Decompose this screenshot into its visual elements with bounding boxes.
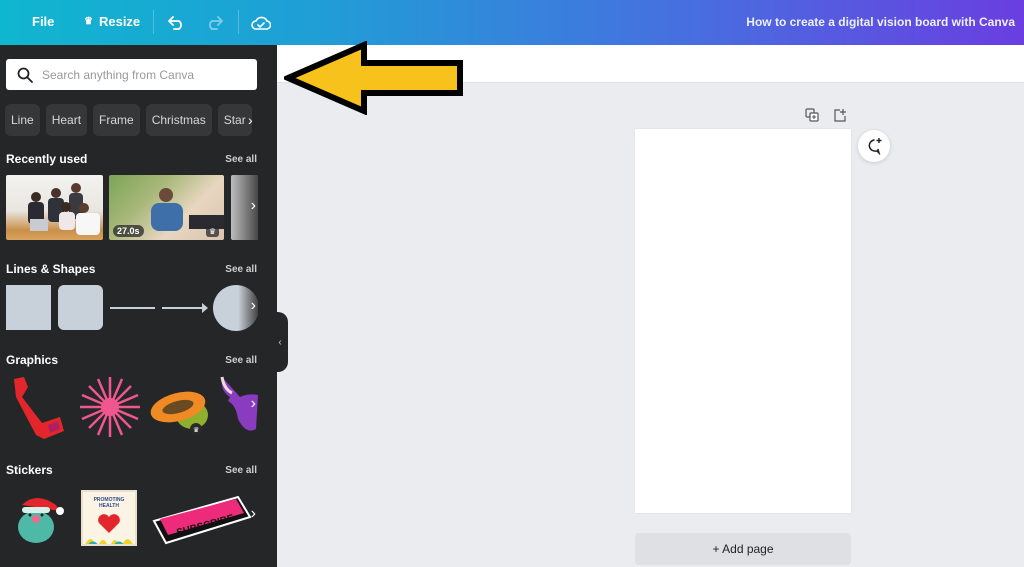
stickers-row: PROMOTING HEALTH SUBSCRIBE › bbox=[6, 487, 258, 549]
lines-shapes-row: › bbox=[6, 285, 258, 331]
search-icon bbox=[17, 67, 33, 83]
section-title: Recently used bbox=[6, 152, 88, 166]
elements-panel: Line Heart Frame Christmas Star › Recent… bbox=[0, 45, 277, 567]
video-duration-badge: 27.0s bbox=[113, 225, 144, 237]
redo-button[interactable] bbox=[203, 12, 225, 34]
santa-sticker[interactable] bbox=[12, 493, 66, 545]
line-shape[interactable] bbox=[110, 307, 155, 309]
stickers-header: Stickers See all bbox=[6, 463, 257, 477]
arrow-line-shape[interactable] bbox=[162, 307, 206, 309]
see-all-link[interactable]: See all bbox=[225, 465, 257, 476]
see-all-link[interactable]: See all bbox=[225, 154, 257, 165]
redo-icon bbox=[209, 16, 223, 30]
see-all-link[interactable]: See all bbox=[225, 355, 257, 366]
undo-button[interactable] bbox=[166, 12, 188, 34]
undo-icon bbox=[168, 16, 182, 30]
design-page[interactable] bbox=[635, 129, 851, 513]
recent-video-thinking-man[interactable]: 27.0s ♛ bbox=[109, 175, 224, 240]
add-page-icon-button[interactable] bbox=[831, 106, 849, 124]
graphics-row: ♛ › bbox=[6, 373, 258, 443]
file-menu-button[interactable]: File bbox=[32, 14, 54, 29]
promoting-health-sticker[interactable]: PROMOTING HEALTH bbox=[81, 490, 137, 546]
square-shape[interactable] bbox=[6, 285, 51, 330]
chip-frame[interactable]: Frame bbox=[93, 104, 140, 136]
resize-label: Resize bbox=[98, 14, 141, 29]
crown-icon: ♛ bbox=[84, 16, 93, 27]
crown-icon: ♛ bbox=[205, 226, 219, 237]
search-input[interactable] bbox=[42, 67, 242, 82]
chip-christmas[interactable]: Christmas bbox=[145, 104, 212, 136]
chevron-right-icon[interactable]: › bbox=[251, 197, 256, 215]
section-title: Graphics bbox=[6, 353, 59, 367]
recently-used-header: Recently used See all bbox=[6, 152, 257, 166]
file-label: File bbox=[32, 14, 55, 29]
see-all-link[interactable]: See all bbox=[225, 264, 257, 275]
starburst-graphic[interactable] bbox=[78, 375, 142, 439]
duplicate-icon bbox=[805, 108, 819, 122]
rounded-square-shape[interactable] bbox=[58, 285, 103, 330]
section-title: Stickers bbox=[6, 463, 53, 477]
top-bar: File ♛ Resize How to create a digital vi… bbox=[0, 0, 1024, 45]
add-page-button[interactable]: + Add page bbox=[635, 533, 851, 565]
chevron-left-icon: ‹ bbox=[278, 336, 282, 348]
yellow-arrow-annotation bbox=[284, 41, 463, 115]
search-box[interactable] bbox=[6, 59, 257, 90]
chevron-right-icon[interactable]: › bbox=[248, 112, 253, 128]
document-title[interactable]: How to create a digital vision board wit… bbox=[746, 15, 1015, 29]
papaya-graphic[interactable]: ♛ bbox=[148, 385, 212, 435]
collapse-panel-button[interactable]: ‹ bbox=[272, 312, 288, 372]
chip-heart[interactable]: Heart bbox=[45, 104, 88, 136]
lines-shapes-header: Lines & Shapes See all bbox=[6, 262, 257, 276]
heart-icon bbox=[85, 514, 133, 544]
chip-line[interactable]: Line bbox=[5, 104, 40, 136]
section-title: Lines & Shapes bbox=[6, 262, 96, 276]
resize-button[interactable]: ♛ Resize bbox=[84, 14, 140, 29]
suggestion-chips: Line Heart Frame Christmas Star bbox=[5, 104, 257, 136]
graphics-header: Graphics See all bbox=[6, 353, 257, 367]
comment-add-icon bbox=[868, 138, 882, 155]
recent-photo-business-meeting[interactable] bbox=[6, 175, 103, 240]
add-page-icon bbox=[834, 109, 846, 122]
people-image-icon bbox=[28, 183, 100, 235]
add-comment-button[interactable] bbox=[858, 130, 890, 162]
chevron-right-icon[interactable]: › bbox=[251, 297, 256, 315]
save-status-button[interactable] bbox=[250, 12, 272, 34]
divider bbox=[238, 10, 239, 34]
chevron-right-icon[interactable]: › bbox=[251, 395, 256, 413]
subscribe-sticker[interactable]: SUBSCRIBE bbox=[152, 495, 252, 545]
sticker-text: PROMOTING HEALTH bbox=[93, 497, 125, 509]
chip-star[interactable]: Star bbox=[217, 104, 252, 136]
hand-graphic[interactable] bbox=[8, 375, 68, 441]
divider bbox=[153, 10, 154, 34]
crown-icon: ♛ bbox=[193, 426, 199, 434]
duplicate-page-button[interactable] bbox=[803, 106, 821, 124]
arrowhead-icon bbox=[202, 303, 208, 313]
cloud-saved-icon bbox=[251, 16, 271, 30]
chevron-right-icon[interactable]: › bbox=[251, 505, 256, 523]
recently-used-row: 27.0s ♛ › bbox=[6, 175, 258, 240]
